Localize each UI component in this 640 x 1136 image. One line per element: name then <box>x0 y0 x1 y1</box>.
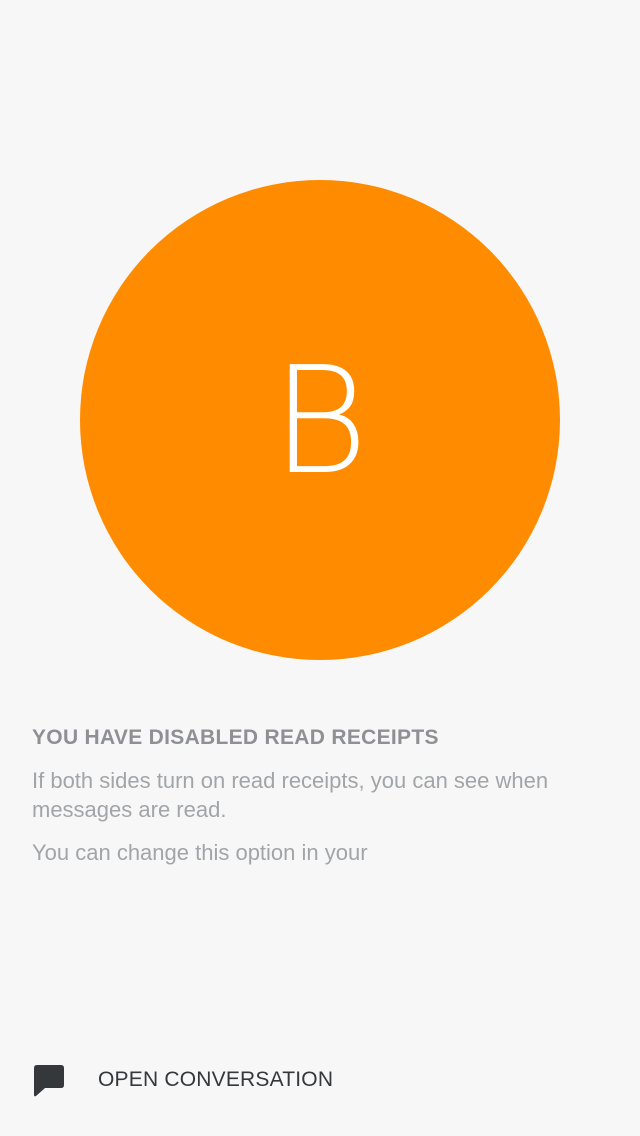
chat-bubble-icon <box>32 1063 66 1097</box>
read-receipts-description: If both sides turn on read receipts, you… <box>32 768 549 822</box>
read-receipts-hint: You can change this option in your <box>32 840 368 865</box>
open-conversation-label: OPEN CONVERSATION <box>98 1068 334 1091</box>
read-receipts-title: YOU HAVE DISABLED READ RECEIPTS <box>32 726 439 749</box>
open-conversation-button[interactable]: OPEN CONVERSATION <box>32 1062 333 1098</box>
avatar-initial: B <box>271 335 369 507</box>
avatar: B <box>80 180 560 660</box>
read-receipts-info: YOU HAVE DISABLED READ RECEIPTS If both … <box>32 724 608 881</box>
